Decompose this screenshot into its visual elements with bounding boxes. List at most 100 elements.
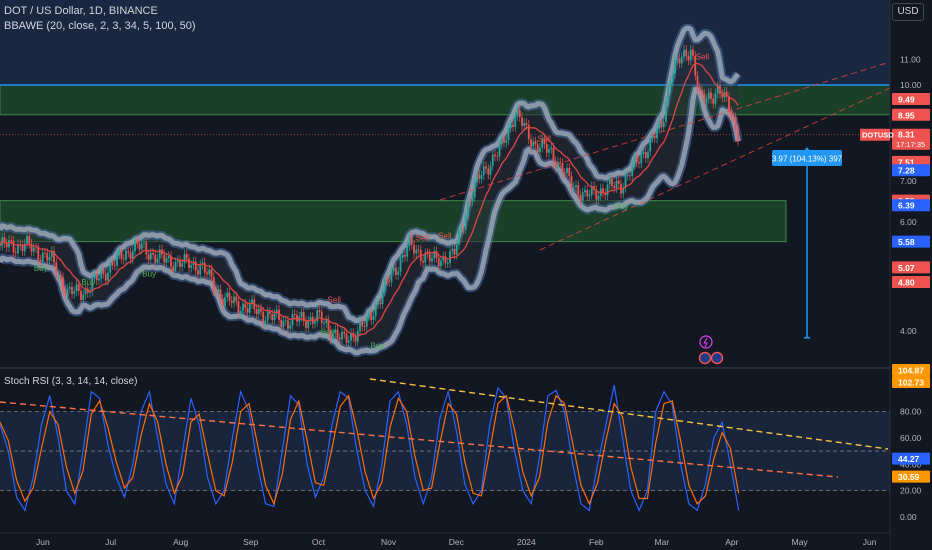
candle-body	[395, 267, 397, 275]
candle-body	[226, 292, 229, 298]
candle-body	[75, 284, 78, 292]
candle-body	[644, 152, 647, 159]
candle-body	[392, 267, 395, 272]
candle-body	[188, 258, 190, 269]
signal-sell: Sell	[416, 234, 430, 243]
candle-body	[525, 123, 528, 125]
candle-body	[399, 258, 402, 272]
candle-body	[147, 254, 150, 260]
currency-button[interactable]: USD	[892, 3, 924, 21]
candle-body	[714, 93, 717, 104]
candle-body	[707, 92, 710, 99]
candle-body	[48, 256, 51, 261]
candle-body	[14, 252, 17, 254]
candle-body	[289, 325, 292, 329]
candle-body	[98, 278, 100, 281]
candle-body	[338, 337, 341, 340]
candle-body	[359, 322, 361, 332]
signal-sell: Sell	[328, 295, 342, 304]
candle-body	[8, 240, 10, 248]
candle-body	[174, 262, 177, 271]
candle-body	[287, 320, 289, 329]
candle-body	[172, 266, 175, 271]
candle-body	[608, 178, 611, 185]
candle-body	[212, 277, 215, 292]
candle-body	[32, 247, 35, 252]
x-tick-label: Aug	[173, 537, 188, 547]
candle-body	[446, 263, 449, 264]
candle-body	[179, 260, 181, 267]
candle-body	[242, 303, 244, 311]
candle-body	[388, 281, 391, 282]
y-tick-label: 6.00	[900, 217, 917, 227]
candle-body	[127, 251, 130, 253]
time-axis	[0, 533, 890, 550]
candle-body	[701, 90, 703, 94]
candle-body	[683, 49, 685, 57]
candle-body	[417, 249, 420, 251]
candle-body	[491, 154, 494, 166]
candle-body	[134, 239, 136, 252]
candle-body	[104, 273, 107, 281]
candle-body	[496, 156, 499, 157]
candle-body	[680, 56, 683, 64]
candle-body	[237, 301, 240, 313]
candle-body	[638, 161, 640, 164]
signal-buy: Buy	[321, 327, 335, 336]
candle-body	[703, 93, 706, 102]
rsi-badge: 102.73	[898, 378, 924, 388]
price-badge: 5.58	[898, 237, 915, 247]
rsi-title[interactable]: Stoch RSI (3, 3, 14, 14, close)	[4, 376, 137, 387]
candle-body	[199, 264, 202, 275]
flag-event-icon-2	[710, 351, 724, 365]
price-badge: 9.49	[898, 95, 915, 105]
candle-body	[143, 242, 145, 244]
candle-body	[280, 319, 283, 327]
candle-body	[80, 290, 82, 300]
candle-body	[730, 111, 733, 117]
candle-body	[406, 246, 409, 257]
candle-body	[44, 252, 46, 254]
candle-body	[341, 331, 343, 340]
candle-body	[516, 109, 519, 117]
candle-body	[422, 260, 424, 263]
candle-body	[190, 265, 193, 269]
signal-buy: Buy	[370, 341, 384, 350]
candle-body	[154, 254, 157, 263]
candle-body	[221, 298, 224, 306]
candle-body	[217, 289, 220, 292]
candle-body	[255, 308, 258, 315]
candle-body	[129, 252, 132, 259]
candle-body	[210, 269, 213, 278]
chart-canvas[interactable]: Buy Buy Buy Sell Buy Buy Sell Sell Sell Buy Sell 3.…	[0, 0, 932, 550]
candle-body	[651, 136, 654, 138]
candle-body	[471, 197, 474, 202]
candle-body	[579, 195, 582, 201]
candle-body	[698, 87, 701, 91]
candle-body	[271, 314, 274, 321]
candle-body	[260, 308, 262, 312]
candle-body	[46, 253, 49, 261]
candle-body	[244, 303, 247, 309]
candle-body	[552, 147, 555, 162]
x-tick-label: May	[792, 537, 809, 547]
candle-body	[228, 292, 231, 301]
candle-body	[410, 236, 413, 245]
rsi-y-tick-label: 60.00	[900, 433, 922, 443]
candle-body	[314, 321, 316, 324]
price-badge: 8.95	[898, 110, 915, 120]
candle-body	[377, 302, 379, 305]
indicator-title[interactable]: BBAWE (20, close, 2, 3, 34, 5, 100, 50)	[4, 20, 196, 32]
candle-body	[185, 254, 188, 259]
x-tick-label: Sep	[243, 537, 258, 547]
candle-body	[633, 156, 636, 165]
candle-body	[140, 243, 143, 250]
candle-body	[57, 275, 60, 277]
candle-body	[617, 180, 620, 184]
candle-body	[113, 264, 116, 266]
candle-body	[37, 248, 40, 260]
candle-body	[494, 154, 496, 157]
candle-body	[383, 279, 386, 292]
candle-body	[572, 187, 575, 189]
candle-body	[674, 59, 676, 74]
